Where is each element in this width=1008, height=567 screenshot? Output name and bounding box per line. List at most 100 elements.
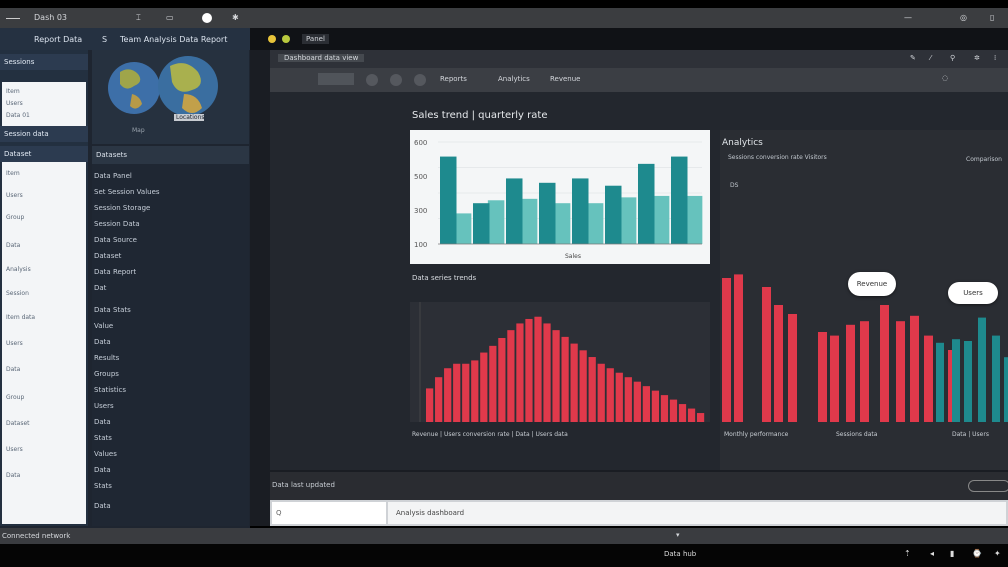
list-item[interactable]: Data <box>94 466 111 474</box>
link-icon[interactable]: ⁄ <box>930 54 931 62</box>
list-item[interactable]: Data 01 <box>6 112 30 119</box>
side-list-header-session-data[interactable]: Session data <box>0 126 88 142</box>
list-item[interactable]: Data Source <box>94 236 137 244</box>
toggle-switch[interactable] <box>968 480 1008 492</box>
toolbar-revenue[interactable]: Revenue <box>550 75 581 83</box>
export-icon[interactable] <box>414 74 426 86</box>
bar <box>687 408 696 422</box>
window-title[interactable]: Panel <box>302 34 329 44</box>
revenue-bubble[interactable]: Revenue <box>848 272 896 296</box>
chevron-down-icon[interactable]: ▾ <box>676 531 680 539</box>
globe-graphic: Map <box>108 56 218 134</box>
system-top-bar: Dash 03 ⌶ ▭ ✱ — ◎ ▯ <box>0 8 1008 28</box>
y-tick-label: 300 <box>414 207 427 215</box>
list-item[interactable]: Session Data <box>94 220 140 228</box>
toolbar-button[interactable] <box>318 73 354 85</box>
bar <box>605 185 622 244</box>
list-item[interactable]: Data <box>94 418 111 426</box>
toolbar: Reports Analytics Revenue ◌ <box>270 68 1008 92</box>
list-item[interactable]: Results <box>94 354 119 362</box>
minimize-icon[interactable]: — <box>904 13 912 22</box>
chart3-caption-3: Data | Users <box>952 431 989 438</box>
list-item[interactable]: Data <box>6 242 20 249</box>
list-item[interactable]: Item data <box>6 314 35 321</box>
tab-dashboard[interactable]: Dashboard data view <box>278 54 365 62</box>
list-item[interactable]: Users <box>6 340 23 347</box>
bar <box>606 368 614 422</box>
report-data-label[interactable]: Report Data <box>34 35 82 44</box>
edit-icon[interactable]: ✎ <box>910 54 916 62</box>
list-item[interactable]: Item <box>6 170 20 177</box>
list-item[interactable]: Users <box>6 192 23 199</box>
list-item[interactable]: Dataset <box>6 420 30 427</box>
toolbar-analytics[interactable]: Analytics <box>498 75 530 83</box>
dataset-list-header[interactable]: Datasets <box>92 146 249 164</box>
list-item[interactable]: Data <box>6 366 20 373</box>
list-item[interactable]: Set Session Values <box>94 188 160 196</box>
list-item[interactable]: Data <box>94 338 111 346</box>
header-s-icon[interactable]: S <box>102 35 107 44</box>
list-item[interactable]: Group <box>6 394 24 401</box>
cursor-icon[interactable]: ⌶ <box>136 13 141 23</box>
list-item[interactable]: Groups <box>94 370 119 378</box>
list-item[interactable]: Data Report <box>94 268 136 276</box>
close-icon[interactable]: ▯ <box>990 13 994 22</box>
bar <box>597 363 605 422</box>
minimize-dot-icon[interactable] <box>268 35 276 43</box>
gear-icon[interactable]: ✲ <box>974 54 980 62</box>
list-item[interactable]: Users <box>94 402 114 410</box>
list-item[interactable]: Stats <box>94 482 112 490</box>
filter-icon[interactable] <box>390 74 402 86</box>
bar <box>696 413 705 422</box>
list-item[interactable]: Users <box>6 446 23 453</box>
list-item[interactable]: Data <box>94 502 111 510</box>
list-item[interactable]: Analysis <box>6 266 31 273</box>
window-icon[interactable]: ▭ <box>166 13 174 22</box>
chart1-title: Sales trend | quarterly rate <box>412 110 548 121</box>
battery-icon[interactable]: ▮ <box>950 549 954 558</box>
team-analysis-label[interactable]: Team Analysis Data Report <box>120 35 227 44</box>
search-icon[interactable]: ◌ <box>942 74 948 82</box>
refresh-icon[interactable] <box>366 74 378 86</box>
y-tick-label: 100 <box>414 241 427 249</box>
side-list-header-dataset[interactable]: Dataset <box>0 146 88 162</box>
list-item[interactable]: Data <box>6 472 20 479</box>
clock-icon[interactable]: ⌚ <box>972 549 982 558</box>
bar <box>860 321 869 422</box>
record-dot-icon[interactable] <box>202 13 212 23</box>
list-item[interactable]: Session Storage <box>94 204 150 212</box>
query-input[interactable]: Analysis dashboard <box>388 502 1006 524</box>
side-list-header-sessions[interactable]: Sessions <box>0 54 88 70</box>
network-icon[interactable]: ⇡ <box>904 549 911 558</box>
taskbar-label[interactable]: Data hub <box>664 550 696 558</box>
split-icon[interactable]: ⁞ <box>994 54 996 62</box>
list-item[interactable]: Data Panel <box>94 172 132 180</box>
pin-icon[interactable]: ⚲ <box>950 54 955 62</box>
notification-icon[interactable]: ✦ <box>994 549 1001 558</box>
settings-icon[interactable]: ✱ <box>232 13 239 22</box>
list-item[interactable]: Values <box>94 450 117 458</box>
list-item[interactable]: Data Stats <box>94 306 131 314</box>
bar <box>924 335 933 422</box>
toolbar-reports[interactable]: Reports <box>440 75 467 83</box>
list-item[interactable]: Dataset <box>94 252 121 260</box>
list-item[interactable]: Statistics <box>94 386 126 394</box>
list-item[interactable]: Value <box>94 322 113 330</box>
volume-icon[interactable]: ◂ <box>930 549 934 558</box>
menu-icon[interactable] <box>6 18 20 19</box>
list-item[interactable]: Dat <box>94 284 106 292</box>
list-item[interactable]: Users <box>6 100 23 107</box>
list-item[interactable]: Stats <box>94 434 112 442</box>
taskbar: Data hub ⇡ ◂ ▮ ⌚ ✦ <box>0 544 1008 567</box>
list-item[interactable]: Item <box>6 88 20 95</box>
restore-icon[interactable]: ◎ <box>960 13 967 22</box>
list-item[interactable]: Group <box>6 214 24 221</box>
search-field[interactable]: Q <box>272 502 386 524</box>
list-item[interactable]: Session <box>6 290 29 297</box>
maximize-dot-icon[interactable] <box>282 35 290 43</box>
bar <box>830 335 839 422</box>
users-bubble[interactable]: Users <box>948 282 998 304</box>
bar <box>534 316 542 422</box>
bar <box>471 360 479 422</box>
dataset-list: Datasets Data Panel Set Session Values S… <box>92 146 249 526</box>
